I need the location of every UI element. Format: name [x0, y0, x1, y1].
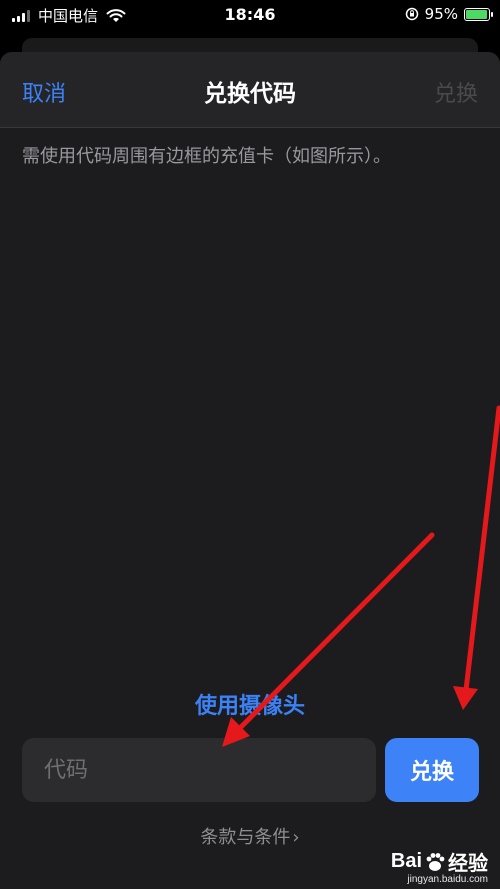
chevron-right-icon: ›	[292, 827, 300, 848]
watermark-brand-b: 经验	[448, 853, 488, 875]
nav-redeem-button[interactable]: 兑换	[434, 76, 478, 108]
status-bar: 中国电信 18:46 95%	[0, 0, 500, 30]
use-camera-button[interactable]: 使用摄像头	[0, 688, 500, 720]
battery-percent: 95%	[424, 5, 458, 23]
instruction-text: 需使用代码周围有边框的充值卡（如图所示）。	[22, 146, 391, 167]
status-right: 95%	[405, 5, 493, 23]
redeem-button[interactable]: 兑换	[385, 738, 479, 802]
watermark-url: jingyan.baidu.com	[407, 874, 488, 885]
navigation-bar: 取消 兑换代码 兑换	[0, 52, 500, 128]
baidu-watermark: Bai 经验 jingyan.baidu.com	[391, 847, 488, 885]
battery-level-fill	[466, 9, 487, 19]
rotation-lock-icon	[405, 7, 418, 21]
watermark-brand-a: Bai	[390, 850, 422, 872]
paw-logo-icon	[426, 852, 445, 871]
terms-label: 条款与条件	[200, 827, 291, 848]
page-title: 兑换代码	[204, 81, 296, 107]
redeem-code-sheet: 取消 兑换代码 兑换 需使用代码周围有边框的充值卡（如图所示）。 使用摄像头 兑…	[0, 52, 500, 889]
code-field[interactable]	[22, 738, 376, 802]
battery-icon	[464, 7, 493, 21]
terms-link[interactable]: 条款与条件 ›	[0, 823, 500, 849]
code-input[interactable]	[42, 756, 356, 784]
